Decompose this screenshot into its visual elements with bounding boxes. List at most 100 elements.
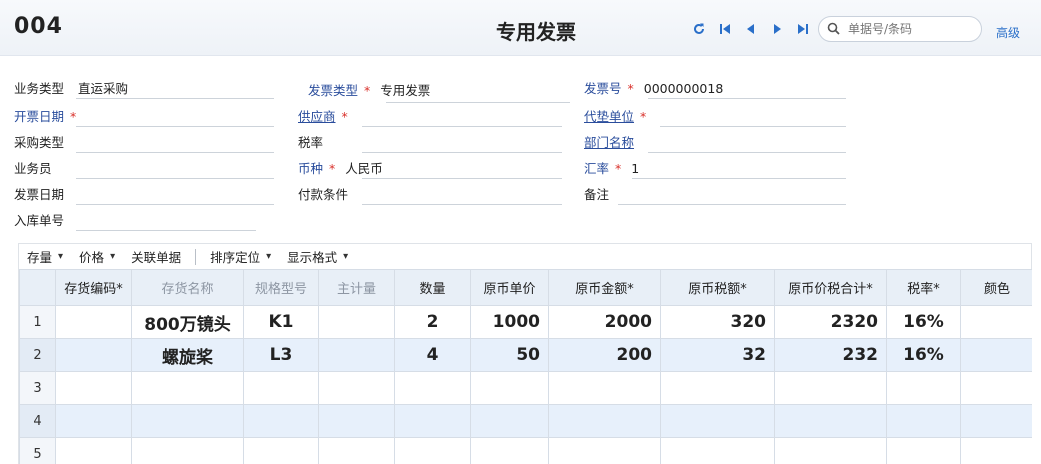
salesman-input[interactable] <box>76 178 274 179</box>
search-icon[interactable] <box>827 20 840 39</box>
refresh-icon[interactable] <box>692 22 706 36</box>
cell-amount[interactable] <box>548 437 661 464</box>
price-menu[interactable]: 价格 ▾ <box>71 244 123 270</box>
cell-amount[interactable]: 2000 <box>548 305 661 339</box>
display-format-menu[interactable]: 显示格式 ▾ <box>279 244 356 270</box>
cell-unit[interactable] <box>318 305 395 339</box>
cell-color[interactable] <box>960 371 1032 405</box>
first-record-icon[interactable] <box>718 22 732 36</box>
cell-rate[interactable] <box>886 371 961 405</box>
related-docs-button[interactable]: 关联单据 <box>123 244 189 270</box>
department-input[interactable] <box>648 152 846 153</box>
cell-price[interactable]: 1000 <box>470 305 549 339</box>
table-row[interactable]: 4 <box>19 404 1032 438</box>
column-header[interactable]: 存货名称 <box>131 269 244 306</box>
previous-record-icon[interactable] <box>744 22 758 36</box>
column-header[interactable]: 规格型号 <box>243 269 319 306</box>
column-header[interactable]: 原币金额* <box>548 269 661 306</box>
cell-qty[interactable] <box>394 437 471 464</box>
payment-terms-input[interactable] <box>362 204 562 205</box>
cell-total[interactable]: 2320 <box>774 305 887 339</box>
cell-color[interactable] <box>960 305 1032 339</box>
cell-code[interactable] <box>55 437 132 464</box>
cell-price[interactable] <box>470 371 549 405</box>
cell-spec[interactable] <box>243 371 319 405</box>
column-header[interactable]: 原币价税合计* <box>774 269 887 306</box>
cell-name[interactable]: 螺旋桨 <box>131 338 244 372</box>
search-input[interactable] <box>846 21 976 37</box>
cell-tax[interactable] <box>660 371 775 405</box>
cell-name[interactable] <box>131 371 244 405</box>
cell-tax[interactable]: 320 <box>660 305 775 339</box>
cell-rate[interactable] <box>886 404 961 438</box>
table-row[interactable]: 2 螺旋桨 L3 4 50 200 32 232 16% <box>19 338 1032 372</box>
cell-price[interactable] <box>470 437 549 464</box>
column-header[interactable]: 存货编码* <box>55 269 132 306</box>
cell-qty[interactable]: 4 <box>394 338 471 372</box>
business-type-value[interactable]: 直运采购 <box>78 81 128 96</box>
last-record-icon[interactable] <box>796 22 810 36</box>
tax-rate-input[interactable] <box>362 152 562 153</box>
cell-unit[interactable] <box>318 371 395 405</box>
cell-code[interactable] <box>55 371 132 405</box>
cell-unit[interactable] <box>318 404 395 438</box>
table-row[interactable]: 5 <box>19 437 1032 464</box>
cell-unit[interactable] <box>318 437 395 464</box>
issue-date-input[interactable] <box>76 126 274 127</box>
cell-rate[interactable]: 16% <box>886 305 961 339</box>
purchase-type-input[interactable] <box>76 152 274 153</box>
cell-color[interactable] <box>960 338 1032 372</box>
cell-rate[interactable]: 16% <box>886 338 961 372</box>
cell-unit[interactable] <box>318 338 395 372</box>
cell-total[interactable] <box>774 404 887 438</box>
stock-in-no-input[interactable] <box>76 230 256 231</box>
department-link[interactable]: 部门名称 <box>584 135 634 150</box>
column-header[interactable]: 原币单价 <box>470 269 549 306</box>
inventory-menu[interactable]: 存量 ▾ <box>19 244 71 270</box>
cell-name[interactable] <box>131 437 244 464</box>
cell-spec[interactable] <box>243 437 319 464</box>
sort-locate-menu[interactable]: 排序定位 ▾ <box>202 244 279 270</box>
cell-code[interactable] <box>55 305 132 339</box>
cell-color[interactable] <box>960 437 1032 464</box>
cell-total[interactable]: 232 <box>774 338 887 372</box>
cell-tax[interactable] <box>660 404 775 438</box>
cell-price[interactable] <box>470 404 549 438</box>
cell-tax[interactable]: 32 <box>660 338 775 372</box>
column-header[interactable]: 主计量 <box>318 269 395 306</box>
cell-amount[interactable] <box>548 371 661 405</box>
cell-rate[interactable] <box>886 437 961 464</box>
next-record-icon[interactable] <box>770 22 784 36</box>
cell-name[interactable] <box>131 404 244 438</box>
cell-code[interactable] <box>55 404 132 438</box>
cell-amount[interactable] <box>548 404 661 438</box>
column-header[interactable]: 颜色 <box>960 269 1032 306</box>
cell-price[interactable]: 50 <box>470 338 549 372</box>
cell-color[interactable] <box>960 404 1032 438</box>
cell-qty[interactable]: 2 <box>394 305 471 339</box>
cell-tax[interactable] <box>660 437 775 464</box>
cell-total[interactable] <box>774 437 887 464</box>
cell-spec[interactable]: K1 <box>243 305 319 339</box>
advanced-search-link[interactable]: 高级 <box>996 24 1020 41</box>
column-header[interactable]: 数量 <box>394 269 471 306</box>
cell-qty[interactable] <box>394 404 471 438</box>
remark-input[interactable] <box>618 204 846 205</box>
cell-total[interactable] <box>774 371 887 405</box>
cell-name[interactable]: 800万镜头 <box>131 305 244 339</box>
supplier-input[interactable] <box>362 126 562 127</box>
cell-amount[interactable]: 200 <box>548 338 661 372</box>
cell-code[interactable] <box>55 338 132 372</box>
cell-qty[interactable] <box>394 371 471 405</box>
column-header[interactable]: 税率* <box>886 269 961 306</box>
agent-unit-link[interactable]: 代垫单位 <box>584 109 634 124</box>
column-header[interactable]: 原币税额* <box>660 269 775 306</box>
cell-spec[interactable] <box>243 404 319 438</box>
invoice-no-value[interactable]: 0000000018 <box>644 81 724 96</box>
currency-value[interactable]: 人民币 <box>345 161 383 176</box>
table-row[interactable]: 3 <box>19 371 1032 405</box>
cell-spec[interactable]: L3 <box>243 338 319 372</box>
invoice-date-input[interactable] <box>76 204 274 205</box>
agent-unit-input[interactable] <box>660 126 846 127</box>
supplier-link[interactable]: 供应商 <box>298 109 336 124</box>
